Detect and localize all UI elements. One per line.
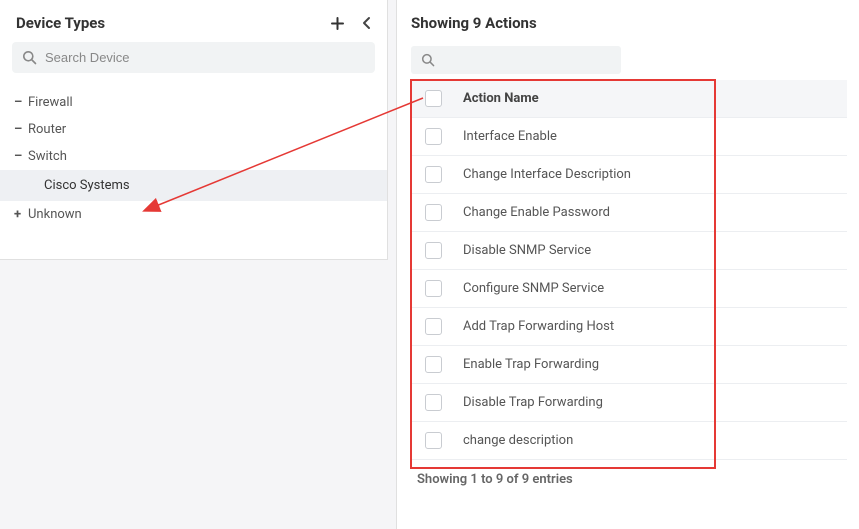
search-icon	[22, 50, 37, 65]
column-header-action-name[interactable]: Action Name	[455, 80, 847, 118]
collapse-sidebar-icon[interactable]	[362, 16, 371, 30]
row-checkbox[interactable]	[425, 128, 442, 145]
tree-item-firewall[interactable]: – Firewall	[0, 89, 387, 116]
actions-title: Showing 9 Actions	[411, 14, 847, 32]
add-device-type-icon[interactable]	[331, 17, 344, 30]
device-search-input[interactable]	[45, 50, 365, 65]
tree-subitem-cisco-systems[interactable]: Cisco Systems	[0, 170, 387, 201]
row-checkbox[interactable]	[425, 204, 442, 221]
row-checkbox[interactable]	[425, 318, 442, 335]
row-checkbox[interactable]	[425, 166, 442, 183]
action-name-cell: Change Interface Description	[455, 156, 847, 194]
sidebar-title: Device Types	[16, 14, 105, 32]
table-header-row: Action Name	[411, 80, 847, 118]
row-checkbox[interactable]	[425, 356, 442, 373]
expand-icon[interactable]: +	[14, 207, 24, 222]
table-row[interactable]: change description	[411, 422, 847, 460]
tree-item-unknown[interactable]: + Unknown	[0, 201, 387, 228]
table-row[interactable]: Disable Trap Forwarding	[411, 384, 847, 422]
action-name-cell: Interface Enable	[455, 118, 847, 156]
select-all-cell	[411, 80, 455, 118]
table-row[interactable]: Change Enable Password	[411, 194, 847, 232]
action-name-cell: Change Enable Password	[455, 194, 847, 232]
tree-item-label: Firewall	[28, 95, 73, 110]
action-name-cell: Enable Trap Forwarding	[455, 346, 847, 384]
row-checkbox[interactable]	[425, 394, 442, 411]
actions-panel: Showing 9 Actions Action Name	[396, 0, 859, 529]
tree-item-router[interactable]: – Router	[0, 116, 387, 143]
table-row[interactable]: Disable SNMP Service	[411, 232, 847, 270]
collapse-icon[interactable]: –	[14, 149, 24, 164]
action-name-cell: Disable Trap Forwarding	[455, 384, 847, 422]
table-row[interactable]: Configure SNMP Service	[411, 270, 847, 308]
entries-count: Showing 1 to 9 of 9 entries	[411, 460, 847, 499]
action-name-cell: Configure SNMP Service	[455, 270, 847, 308]
sidebar-header: Device Types	[0, 0, 387, 42]
actions-table: Action Name Interface Enable Change Inte…	[411, 80, 847, 460]
select-all-checkbox[interactable]	[425, 90, 442, 107]
action-name-cell: Disable SNMP Service	[455, 232, 847, 270]
device-tree: – Firewall – Router – Switch Cisco Syste…	[0, 89, 387, 228]
tree-item-label: Unknown	[28, 207, 82, 222]
search-icon	[421, 53, 435, 67]
table-row[interactable]: Enable Trap Forwarding	[411, 346, 847, 384]
row-checkbox[interactable]	[425, 242, 442, 259]
tree-item-label: Router	[28, 122, 66, 137]
table-row[interactable]: Add Trap Forwarding Host	[411, 308, 847, 346]
collapse-icon[interactable]: –	[14, 122, 24, 137]
action-name-cell: Add Trap Forwarding Host	[455, 308, 847, 346]
table-row[interactable]: Interface Enable	[411, 118, 847, 156]
action-name-cell: change description	[455, 422, 847, 460]
actions-filter-box[interactable]	[411, 46, 621, 74]
table-row[interactable]: Change Interface Description	[411, 156, 847, 194]
tree-item-switch[interactable]: – Switch	[0, 143, 387, 170]
device-search-box[interactable]	[12, 42, 375, 73]
tree-item-label: Switch	[28, 149, 67, 164]
tree-subitem-label: Cisco Systems	[44, 178, 130, 193]
collapse-icon[interactable]: –	[14, 95, 24, 110]
row-checkbox[interactable]	[425, 432, 442, 449]
row-checkbox[interactable]	[425, 280, 442, 297]
device-types-sidebar: Device Types – Firewall –	[0, 0, 388, 260]
